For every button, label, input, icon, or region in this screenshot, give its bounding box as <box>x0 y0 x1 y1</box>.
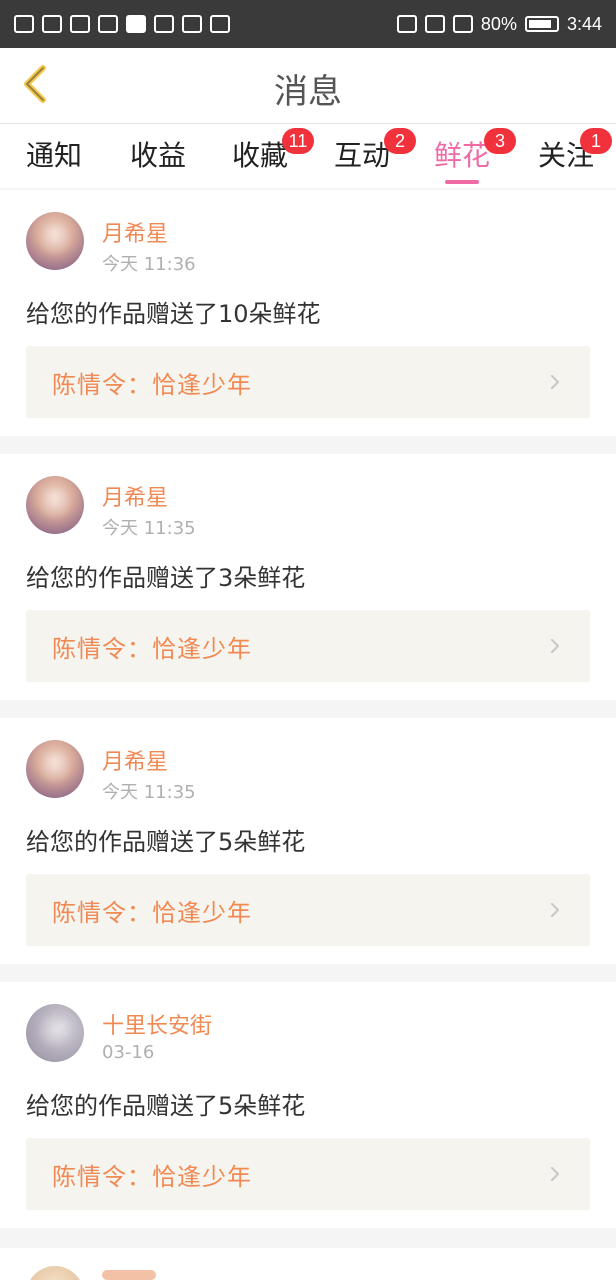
sent-time: 今天 11:36 <box>102 254 196 275</box>
avatar[interactable] <box>26 740 84 798</box>
badge: 3 <box>484 128 516 154</box>
work-title: 陈情令：恰逢少年 <box>52 634 252 663</box>
eye-icon <box>396 15 417 33</box>
flower-message-item: 月希星 今天 11:35 给您的作品赠送了5朵鲜花 陈情令：恰逢少年 <box>0 718 616 964</box>
work-title: 陈情令：恰逢少年 <box>52 1162 252 1191</box>
message-text: 给您的作品赠送了3朵鲜花 <box>26 564 306 592</box>
chevron-right-icon <box>546 637 564 655</box>
work-link[interactable]: 陈情令：恰逢少年 <box>26 874 590 946</box>
sent-time: 03-16 <box>102 1042 155 1063</box>
avatar[interactable] <box>26 476 84 534</box>
avatar-highlight <box>34 222 76 264</box>
tab-label: 收益 <box>129 139 186 172</box>
sender-name[interactable]: 月希星 <box>102 480 168 512</box>
chevron-right-icon <box>546 373 564 391</box>
app-icon <box>210 15 230 33</box>
tab-interactions[interactable]: 互动 2 <box>332 128 416 184</box>
sender-name[interactable]: 月希星 <box>102 744 168 776</box>
header: 消息 <box>0 48 616 124</box>
tab-label: 互动 <box>333 139 390 172</box>
avatar-highlight <box>34 486 76 528</box>
tab-earnings[interactable]: 收益 <box>128 134 188 184</box>
status-icons-left <box>14 15 230 33</box>
tab-label: 鲜花 <box>433 139 490 172</box>
sender-name-placeholder <box>102 1270 156 1280</box>
tab-favorites[interactable]: 收藏 11 <box>230 128 314 184</box>
tab-label: 通知 <box>25 139 82 172</box>
tab-notifications[interactable]: 通知 <box>24 134 84 184</box>
work-link[interactable]: 陈情令：恰逢少年 <box>26 1138 590 1210</box>
alarm-icon <box>424 15 445 33</box>
battery-icon <box>524 16 559 32</box>
app-notification-icon <box>126 15 146 33</box>
flower-message-item: 月希星 今天 11:35 给您的作品赠送了3朵鲜花 陈情令：恰逢少年 <box>0 454 616 700</box>
chevron-right-icon <box>546 1165 564 1183</box>
clock: 3:44 <box>566 13 602 34</box>
tab-label: 收藏 <box>231 139 288 172</box>
status-icons-right: 80% 3:44 <box>396 13 602 35</box>
page-title: 消息 <box>274 72 342 112</box>
avatar-highlight <box>34 1014 76 1056</box>
avatar[interactable] <box>26 212 84 270</box>
tab-follow[interactable]: 关注 1 <box>536 128 612 184</box>
sent-time: 今天 11:35 <box>102 518 196 539</box>
tab-bar: 通知 收益 收藏 11 互动 2 鲜花 3 关注 1 <box>0 124 616 188</box>
active-tab-underline <box>445 180 479 184</box>
wifi-icon <box>70 15 90 33</box>
message-text: 给您的作品赠送了5朵鲜花 <box>26 1092 306 1120</box>
hd-icon <box>14 15 34 33</box>
sender-name[interactable]: 十里长安街 <box>102 1008 212 1040</box>
tab-flowers[interactable]: 鲜花 3 <box>432 128 516 184</box>
avatar[interactable] <box>26 1266 84 1280</box>
flower-message-item: 月希星 今天 11:36 给您的作品赠送了10朵鲜花 陈情令：恰逢少年 <box>0 190 616 436</box>
work-title: 陈情令：恰逢少年 <box>52 370 252 399</box>
signal-icon <box>42 15 62 33</box>
flower-message-list: 月希星 今天 11:36 给您的作品赠送了10朵鲜花 陈情令：恰逢少年 月希星 … <box>0 190 616 1246</box>
avatar-highlight <box>34 750 76 792</box>
message-text: 给您的作品赠送了10朵鲜花 <box>26 300 321 328</box>
flower-message-item: 十里长安街 03-16 给您的作品赠送了5朵鲜花 陈情令：恰逢少年 <box>0 982 616 1228</box>
sent-time: 今天 11:35 <box>102 782 196 803</box>
work-link[interactable]: 陈情令：恰逢少年 <box>26 346 590 418</box>
avatar[interactable] <box>26 1004 84 1062</box>
next-item-peek <box>0 1248 616 1280</box>
badge: 11 <box>282 128 314 154</box>
wechat-icon <box>154 15 174 33</box>
sender-name[interactable]: 月希星 <box>102 216 168 248</box>
message-text: 给您的作品赠送了5朵鲜花 <box>26 828 306 856</box>
work-link[interactable]: 陈情令：恰逢少年 <box>26 610 590 682</box>
qq-icon <box>182 15 202 33</box>
badge: 1 <box>580 128 612 154</box>
battery-percent: 80% <box>480 13 517 34</box>
weibo-icon <box>98 15 118 33</box>
chevron-right-icon <box>546 901 564 919</box>
status-bar: 80% 3:44 <box>0 0 616 48</box>
work-title: 陈情令：恰逢少年 <box>52 898 252 927</box>
badge: 2 <box>384 128 416 154</box>
vibrate-icon <box>452 15 473 33</box>
